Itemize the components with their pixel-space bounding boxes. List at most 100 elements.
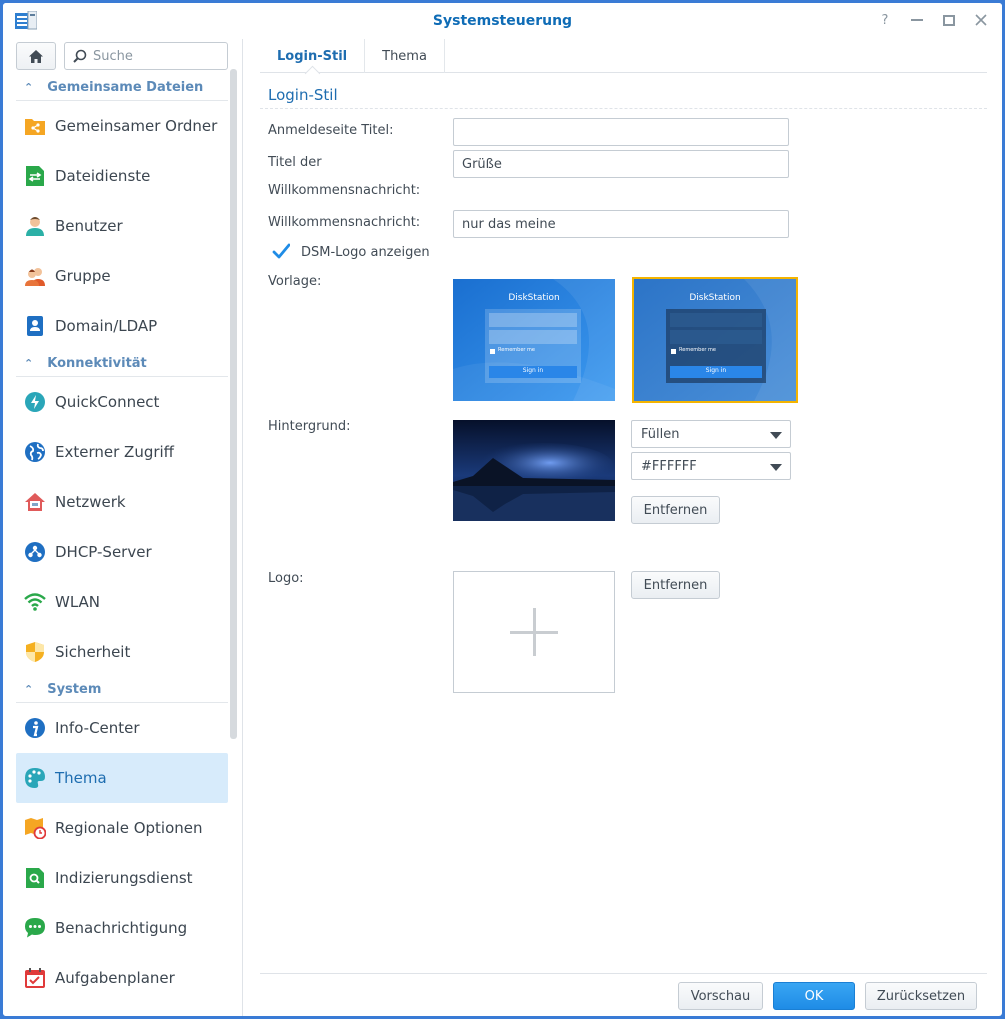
sidebar-item-wlan[interactable]: WLAN: [16, 577, 228, 627]
template-option-2[interactable]: DiskStation Remember me Sign in: [632, 277, 798, 403]
section-konnektivitaet[interactable]: ⌃ Konnektivität: [16, 351, 228, 377]
template-1-signin: Sign in: [522, 367, 544, 374]
minimize-icon[interactable]: [908, 11, 926, 29]
sidebar-item-dhcp-server[interactable]: DHCP-Server: [16, 527, 228, 577]
show-dsm-logo-label: DSM-Logo anzeigen: [301, 244, 430, 260]
title-bar[interactable]: Systemsteuerung ?: [3, 3, 1002, 39]
chat-icon: [24, 917, 46, 939]
sidebar-item-external-access[interactable]: Externer Zugriff: [16, 427, 228, 477]
ok-button[interactable]: OK: [773, 982, 855, 1010]
globe-icon: [24, 441, 46, 463]
shared-folder-icon: [24, 115, 46, 137]
reset-button[interactable]: Zurücksetzen: [865, 982, 977, 1010]
maximize-icon[interactable]: [940, 11, 958, 29]
search-box[interactable]: [64, 42, 228, 70]
tab-bar: Login-Stil Thema: [260, 39, 987, 73]
section-title: Login-Stil: [268, 86, 338, 104]
sidebar-item-info-center[interactable]: Info-Center: [16, 703, 228, 753]
regional-icon: [24, 817, 46, 839]
sidebar-item-label: Info-Center: [55, 719, 140, 737]
home-icon: [29, 49, 43, 63]
sidebar-item-label: Dateidienste: [55, 167, 151, 185]
network-house-icon: [24, 491, 46, 513]
dropdown-arrow-icon: [770, 432, 782, 439]
background-fill-select[interactable]: Füllen: [631, 420, 791, 448]
sidebar-item-label: DHCP-Server: [55, 543, 152, 561]
welcome-message-input[interactable]: [453, 210, 789, 238]
info-icon: [24, 717, 46, 739]
sidebar-item-file-services[interactable]: Dateidienste: [16, 151, 228, 201]
login-title-label: Anmeldeseite Titel:: [268, 123, 394, 138]
template-option-1[interactable]: DiskStation Remember me Sign in: [453, 279, 615, 401]
background-color-value: #FFFFFF: [641, 458, 697, 474]
sidebar-nav: ⌃ Gemeinsame Dateien Gemeinsamer Ordner …: [16, 75, 228, 1003]
sidebar-item-label: Aufgabenplaner: [55, 969, 175, 987]
domain-icon: [24, 315, 46, 337]
sidebar-item-domain-ldap[interactable]: Domain/LDAP: [16, 301, 228, 351]
chevron-up-icon: ⌃: [24, 357, 34, 370]
background-image-thumbnail[interactable]: [453, 420, 615, 521]
logo-upload-area[interactable]: [453, 571, 615, 693]
sidebar-item-label: Benachrichtigung: [55, 919, 188, 937]
preview-button[interactable]: Vorschau: [678, 982, 763, 1010]
sidebar-scrollbar[interactable]: [230, 69, 237, 739]
tab-login-stil[interactable]: Login-Stil: [260, 39, 366, 73]
remove-background-button[interactable]: Entfernen: [631, 496, 720, 524]
sidebar-item-label: Benutzer: [55, 217, 123, 235]
checkmark-icon: [272, 243, 290, 259]
section-gemeinsame-dateien[interactable]: ⌃ Gemeinsame Dateien: [16, 75, 228, 101]
calendar-icon: [24, 967, 46, 989]
section-divider: [260, 108, 987, 109]
chevron-up-icon: ⌃: [24, 683, 34, 696]
help-icon[interactable]: ?: [876, 11, 894, 29]
sidebar-item-label: Gemeinsamer Ordner: [55, 117, 218, 135]
sidebar-item-notification[interactable]: Benachrichtigung: [16, 903, 228, 953]
sidebar-item-label: Indizierungsdienst: [55, 869, 193, 887]
search-input[interactable]: [93, 48, 223, 64]
sidebar-item-indexing-service[interactable]: Indizierungsdienst: [16, 853, 228, 903]
section-system[interactable]: ⌃ System: [16, 677, 228, 703]
sidebar-item-quickconnect[interactable]: QuickConnect: [16, 377, 228, 427]
template-1-remember: Remember me: [498, 347, 535, 353]
sidebar-item-label: Gruppe: [55, 267, 111, 285]
sidebar-item-label: Domain/LDAP: [55, 317, 158, 335]
remove-logo-button[interactable]: Entfernen: [631, 571, 720, 599]
wifi-icon: [24, 591, 46, 613]
shield-icon: [24, 641, 46, 663]
tab-thema[interactable]: Thema: [365, 39, 445, 73]
sidebar-item-task-scheduler[interactable]: Aufgabenplaner: [16, 953, 228, 1003]
show-dsm-logo-checkbox[interactable]: DSM-Logo anzeigen: [272, 243, 430, 261]
home-button[interactable]: [16, 42, 56, 70]
sidebar: ⌃ Gemeinsame Dateien Gemeinsamer Ordner …: [3, 39, 243, 1016]
sidebar-item-group[interactable]: Gruppe: [16, 251, 228, 301]
background-fill-value: Füllen: [641, 426, 680, 442]
template-2-signin: Sign in: [705, 367, 727, 374]
template-label: Vorlage:: [268, 274, 322, 289]
sidebar-item-user[interactable]: Benutzer: [16, 201, 228, 251]
template-2-title: DiskStation: [689, 293, 741, 303]
search-icon: [73, 49, 87, 63]
sidebar-item-security[interactable]: Sicherheit: [16, 627, 228, 677]
close-icon[interactable]: [972, 11, 990, 29]
sidebar-item-shared-folder[interactable]: Gemeinsamer Ordner: [16, 101, 228, 151]
plus-icon: [510, 608, 558, 656]
sidebar-item-label: Sicherheit: [55, 643, 131, 661]
sidebar-item-regional-options[interactable]: Regionale Optionen: [16, 803, 228, 853]
welcome-title-input[interactable]: [453, 150, 789, 178]
user-icon: [24, 215, 46, 237]
group-icon: [24, 265, 46, 287]
sidebar-item-label: WLAN: [55, 593, 101, 611]
background-label: Hintergrund:: [268, 419, 351, 434]
sidebar-item-label: Regionale Optionen: [55, 819, 203, 837]
login-title-input[interactable]: [453, 118, 789, 146]
control-panel-window: Systemsteuerung ? ⌃ Gemeinsame Dateie: [3, 3, 1002, 1016]
palette-icon: [24, 767, 46, 789]
sidebar-item-network[interactable]: Netzwerk: [16, 477, 228, 527]
sidebar-item-thema[interactable]: Thema: [16, 753, 228, 803]
logo-label: Logo:: [268, 571, 304, 586]
background-color-select[interactable]: #FFFFFF: [631, 452, 791, 480]
section-label: Gemeinsame Dateien: [47, 80, 204, 95]
window-title: Systemsteuerung: [432, 13, 573, 29]
sidebar-item-label: QuickConnect: [55, 393, 160, 411]
index-icon: [24, 867, 46, 889]
